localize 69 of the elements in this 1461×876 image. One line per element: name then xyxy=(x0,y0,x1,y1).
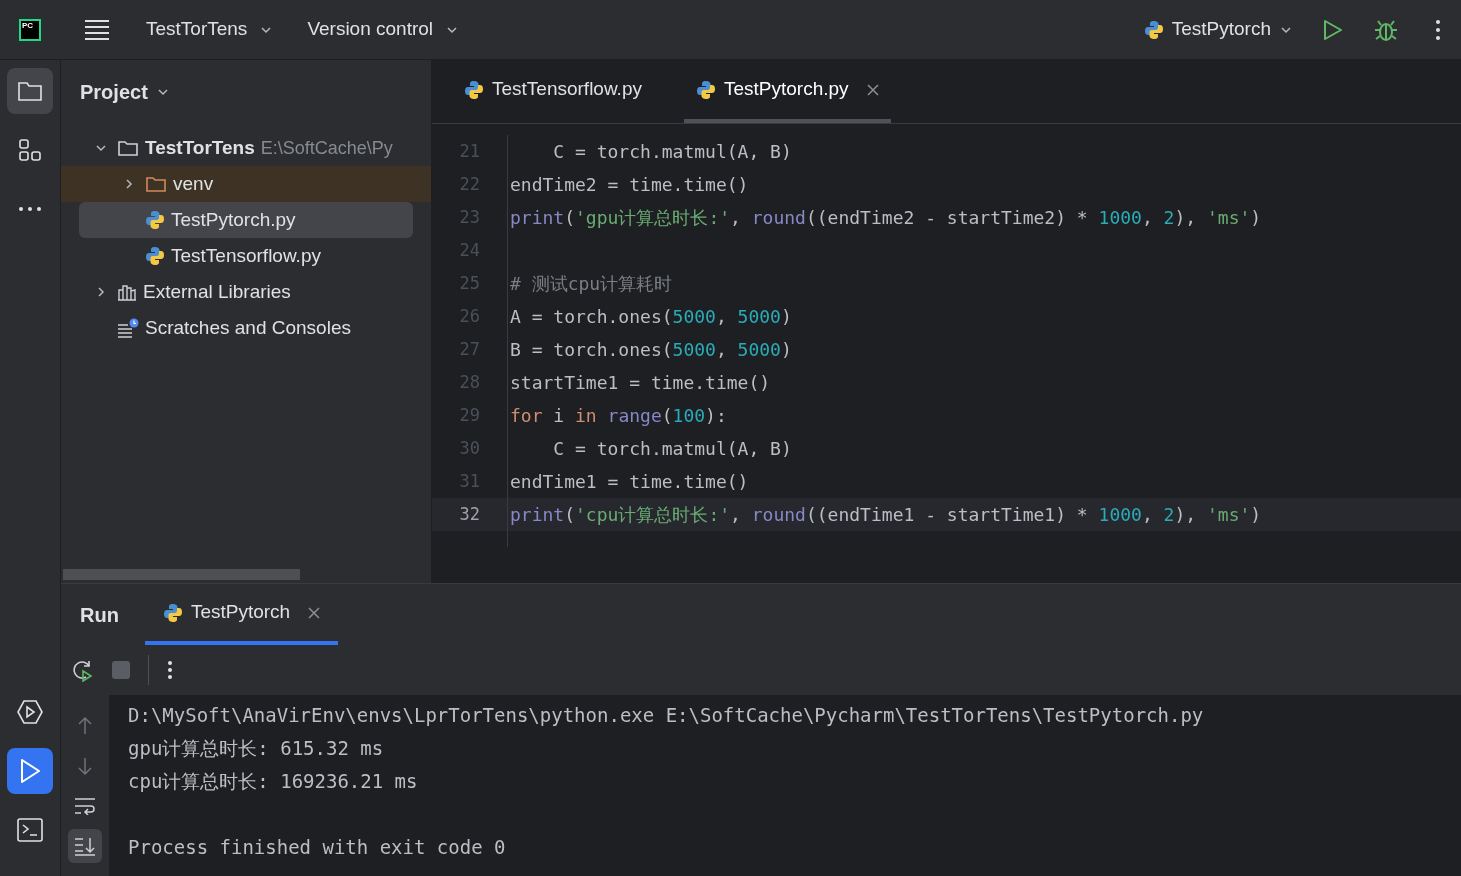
code-line: B = torch.ones(5000, 5000) xyxy=(510,338,792,362)
path-hint: E:\SoftCache\Py xyxy=(260,136,393,160)
more-icon xyxy=(18,206,42,212)
libraries-icon xyxy=(117,282,137,302)
python-file-icon xyxy=(695,79,716,100)
code-line: print('gpu计算总时长:', round((endTime2 - startTime2) * 1000, 2), 'ms') xyxy=(510,206,1262,230)
terminal-icon xyxy=(17,818,43,842)
folder-icon xyxy=(145,174,167,194)
tree-item-label: TestTorTens xyxy=(145,135,255,160)
folder-icon xyxy=(117,138,139,158)
soft-wrap-icon xyxy=(74,797,96,815)
console-tool-button[interactable] xyxy=(68,829,102,863)
folder-icon xyxy=(17,80,43,102)
tree-item[interactable]: Scratches and Consoles xyxy=(61,310,431,346)
run-icon[interactable] xyxy=(1323,18,1343,41)
project-switcher[interactable]: TestTorTens xyxy=(140,15,280,44)
tree-item-label: TestTensorflow.py xyxy=(171,243,321,268)
app-logo[interactable]: PC xyxy=(19,18,41,41)
tree-item-label: venv xyxy=(173,171,214,196)
code-line: C = torch.matmul(A, B) xyxy=(552,140,792,164)
close-icon[interactable] xyxy=(866,83,879,96)
python-file-icon xyxy=(162,602,183,623)
run-config-selector[interactable]: TestPytorch xyxy=(1143,15,1293,44)
rerun-icon[interactable] xyxy=(70,658,94,682)
console-line: gpu计算总时长: 615.32 ms xyxy=(128,736,385,761)
run-tab[interactable]: TestPytorch xyxy=(144,584,339,645)
code-line: endTime2 = time.time() xyxy=(510,173,749,197)
editor-tab[interactable]: TestTensorflow.py xyxy=(452,60,654,123)
scroll-to-end-icon xyxy=(74,836,96,856)
exit-status-line: Process finished with exit code 0 xyxy=(128,835,507,860)
code-line: endTime1 = time.time() xyxy=(510,470,749,494)
python-file-icon xyxy=(145,246,165,266)
tree-item-label: External Libraries xyxy=(143,279,291,304)
python-file-icon xyxy=(464,79,484,100)
vcs-selector[interactable]: Version control xyxy=(301,15,466,44)
code-line: # 测试cpu计算耗时 xyxy=(510,272,673,296)
console-line: cpu计算总时长: 169236.21 ms xyxy=(128,769,419,794)
more-icon[interactable] xyxy=(167,660,173,680)
console-line: D:\MySoft\AnaVirEnv\envs\LprTorTens\python.exe E:\SoftCache\Pycharm\TestTorTens\TestPytorch.py xyxy=(128,703,1205,728)
tree-item-label: Scratches and Consoles xyxy=(145,315,351,340)
tree-item[interactable]: TestTensorflow.py xyxy=(61,238,431,274)
code-line: for i in range(100): xyxy=(510,404,727,428)
close-icon[interactable] xyxy=(308,606,321,619)
line-number: 32 xyxy=(458,502,481,526)
panel-title: Run xyxy=(80,602,119,628)
view-mode-dropdown[interactable]: Project xyxy=(80,77,170,107)
services-icon xyxy=(16,699,44,725)
python-file-icon xyxy=(1143,19,1164,40)
horizontal-scrollbar[interactable] xyxy=(63,569,300,580)
tree-item-label: TestPytorch.py xyxy=(171,207,296,232)
tree-item[interactable]: External Libraries xyxy=(61,274,431,310)
more-icon[interactable] xyxy=(1435,18,1441,41)
arrow-up-icon xyxy=(77,716,93,736)
tree-item[interactable]: TestTorTens E:\SoftCache\Py xyxy=(61,130,431,166)
code-line: A = torch.ones(5000, 5000) xyxy=(510,305,792,329)
arrow-down-icon xyxy=(77,756,93,776)
editor-tab[interactable]: TestPytorch.py xyxy=(683,60,891,123)
tool-window-button[interactable] xyxy=(7,68,53,114)
code-line: C = torch.matmul(A, B) xyxy=(552,437,792,461)
tool-window-button[interactable] xyxy=(7,748,53,794)
code-line: print('cpu计算总时长:', round((endTime1 - startTime1) * 1000, 2), 'ms') xyxy=(510,503,1262,527)
scratches-icon xyxy=(117,318,139,338)
structure-icon xyxy=(18,138,42,162)
run-icon xyxy=(18,758,42,784)
tree-item[interactable]: venv xyxy=(61,166,431,202)
code-line: startTime1 = time.time() xyxy=(510,371,771,395)
python-file-icon xyxy=(145,210,165,230)
menu-icon[interactable] xyxy=(84,18,110,41)
tree-item[interactable]: TestPytorch.py xyxy=(79,202,413,238)
